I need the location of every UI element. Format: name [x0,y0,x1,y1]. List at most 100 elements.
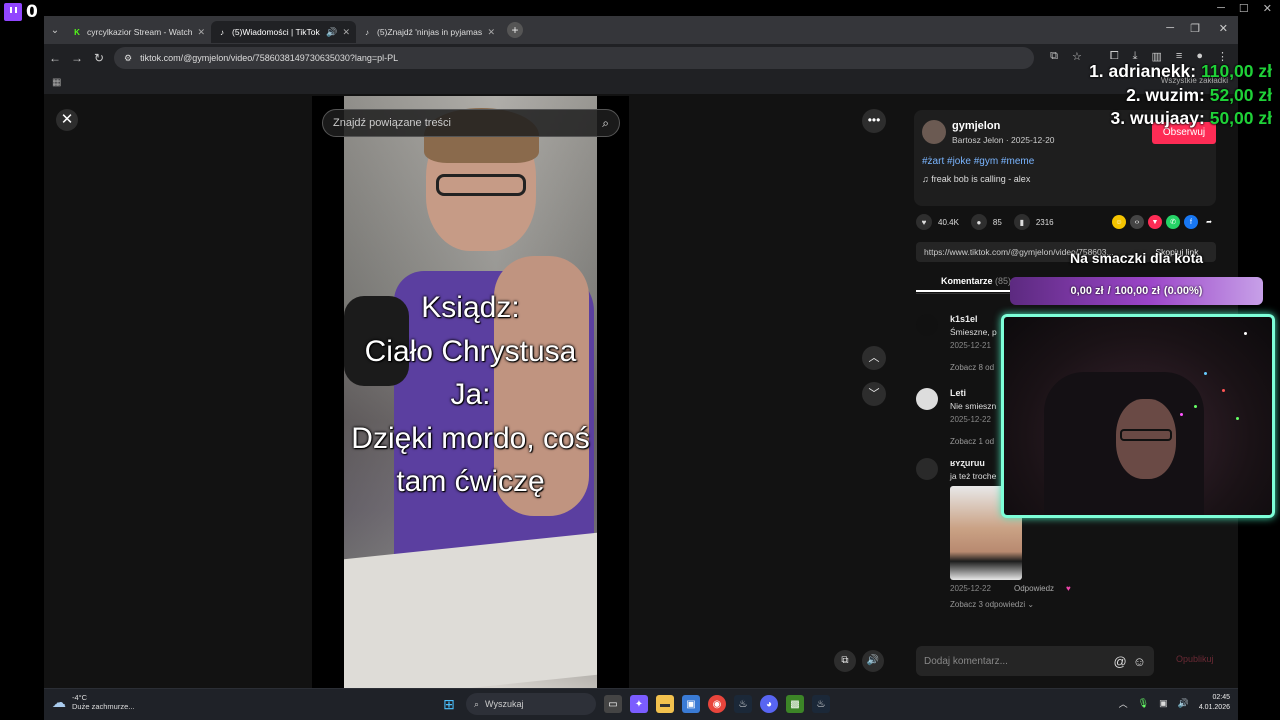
bookmark-icon[interactable]: ▮ [1013,214,1030,230]
tab-tiktok-search[interactable]: ♪ (5)Znajdź 'ninjas in pyjamas rats' ✕ [356,21,501,43]
post-comment-button[interactable]: Opublikuj [1176,654,1214,664]
webcam-overlay [1001,314,1275,518]
maximize-icon[interactable]: ☐ [1239,2,1249,15]
task-view-icon[interactable]: ▭ [604,695,622,713]
donation-goal-title: Na smaczki dla kota [1069,250,1204,266]
leaderboard-row: 2. wuzim: 52,00 zł [1089,84,1272,108]
facebook-icon[interactable]: f [1184,215,1198,229]
reply-button[interactable]: Odpowiedz [1014,584,1054,593]
cast-icon[interactable]: ⧉ [1050,50,1058,63]
view-replies-link[interactable]: Zobacz 8 od [950,363,994,372]
previous-video-button[interactable]: ︿ [862,346,886,370]
close-video-button[interactable]: ✕ [56,109,78,131]
donation-amount: 52,00 zł [1209,84,1272,105]
commenter-avatar[interactable] [916,314,938,336]
copilot-icon[interactable]: ✦ [630,695,648,713]
commenter-name[interactable]: k1s1el [950,314,978,324]
send-icon[interactable]: ▼ [1148,215,1162,229]
related-search-field[interactable]: Znajdź powiązane treści ⌕ [322,109,620,137]
author-name[interactable]: gymjelon [952,120,1000,132]
restore-icon[interactable]: ❐ [1190,22,1200,35]
forward-icon[interactable]: → [66,51,88,65]
video-caption: Ksiądz: Ciało Chrystusa Ja: Dzięki mordo… [312,286,629,504]
reload-icon[interactable]: ↻ [88,51,110,65]
share-arrow-icon[interactable]: ➦ [1202,215,1216,229]
mention-icon[interactable]: @ [1114,654,1127,669]
next-video-button[interactable]: ﹀ [862,382,886,406]
comment-icon[interactable]: ● [970,214,987,230]
author-avatar[interactable] [922,120,946,144]
network-icon[interactable]: ▣ [1159,698,1168,709]
bookmark-star-icon[interactable]: ☆ [1072,50,1082,63]
whatsapp-icon[interactable]: ✆ [1166,215,1180,229]
like-comment-icon[interactable]: ♥ [1066,584,1071,593]
view-replies-link[interactable]: Zobacz 1 od [950,437,994,446]
tab-kick-stream[interactable]: K cyrcylkazior Stream - Watch Live ✕ [66,21,211,43]
tiktok-icon: ♪ [220,27,224,37]
commenter-avatar[interactable] [916,458,938,480]
clock-time: 02:45 [1212,694,1230,701]
more-options-button[interactable]: ••• [862,109,886,133]
close-icon[interactable]: ✕ [1263,2,1272,15]
tab-comments-label: Komentarze [940,276,993,286]
leaderboard-row: 1. adrianekk: 110,00 zł [1089,60,1272,84]
site-info-icon[interactable]: ⚙ [124,53,132,64]
clock[interactable]: 02:45 4.01.2026 [1199,693,1230,713]
discord-icon[interactable]: ◕ [760,695,778,713]
weather-widget[interactable]: ☁ -4°C Duże zachmurze... [52,693,135,711]
comment-date: 2025-12-22 [950,584,991,593]
heart-icon[interactable]: ♥ [916,214,932,230]
url-field[interactable]: ⚙ tiktok.com/@gymjelon/video/75860381497… [114,47,1034,69]
minecraft-icon[interactable]: ▩ [786,695,804,713]
comment-text: Śmieszne, p [950,327,997,337]
donation-leaderboard: 1. adrianekk: 110,00 zł 2. wuzim: 52,00 … [1089,60,1272,131]
donation-amount: 110,00 zł [1200,61,1272,81]
search-icon[interactable]: ⌕ [602,116,609,131]
tab-tiktok-messages[interactable]: ♪ (5)Wiadomości | TikTok 🔊 ✕ [211,21,356,43]
weather-desc: Duże zachmurze... [72,702,135,711]
commenter-name[interactable]: ʁʏʐuruu [950,458,985,468]
speaker-icon[interactable]: 🔊 [1178,698,1189,709]
back-icon[interactable]: ← [44,51,66,65]
video-player[interactable]: Ksiądz: Ciało Chrystusa Ja: Dzięki mordo… [312,96,629,688]
audio-playing-icon[interactable]: 🔊 [326,27,337,38]
comment-placeholder: Dodaj komentarz... [924,655,1008,667]
volume-icon[interactable]: 🔊 [862,650,884,672]
tab-title: (5)Wiadomości | TikTok [232,27,320,37]
bookmarks-bar: ▦ Wszystkie zakładki [44,72,1238,94]
commenter-avatar[interactable] [916,388,938,410]
minimize-icon[interactable]: ─ [1217,2,1225,15]
store-icon[interactable]: ▣ [682,695,700,713]
new-tab-button[interactable]: + [507,22,523,38]
comment-date: 2025-12-22 [950,415,991,424]
close-icon[interactable]: ✕ [1219,22,1228,35]
goal-separator: / [1107,285,1111,297]
tab-search-icon[interactable]: ⌄ [44,25,66,36]
steam-icon[interactable]: ♨ [734,695,752,713]
saves-count: 2316 [1035,217,1054,227]
outer-window-controls: ─ ☐ ✕ [1217,2,1272,15]
tray-expand-icon[interactable]: ︿ [1119,697,1128,710]
apps-grid-icon[interactable]: ▦ [52,77,61,88]
commenter-name[interactable]: Leti [950,388,966,398]
tab-close-icon[interactable]: ✕ [197,27,205,38]
picture-in-picture-icon[interactable]: ⧉ [834,650,856,672]
steam-icon[interactable]: ♨ [812,695,830,713]
minimize-icon[interactable]: ─ [1166,22,1174,34]
hashtags[interactable]: #żart #joke #gym #meme [922,156,1034,167]
emoji-icon[interactable]: ☺ [1133,654,1146,669]
tab-close-icon[interactable]: ✕ [342,27,350,38]
embed-icon[interactable]: ‹› [1130,215,1144,229]
view-replies-link[interactable]: Zobacz 3 odpowiedzi ⌄ [950,600,1034,609]
emoji-share-icon[interactable]: ☺ [1112,215,1126,229]
taskbar: ☁ -4°C Duże zachmurze... ⊞ ⌕ Wyszukaj ▭ … [44,688,1238,720]
comment-input[interactable]: Dodaj komentarz... @ ☺ [916,646,1154,676]
file-explorer-icon[interactable]: ▬ [656,695,674,713]
taskbar-search[interactable]: ⌕ Wyszukaj [466,693,596,715]
music-row[interactable]: ♫ freak bob is calling - alex [922,174,1030,184]
donation-goal-bar: 0,00 zł / 100,00 zł (0.00%) [1010,277,1263,305]
chrome-icon[interactable]: ◉ [708,695,726,713]
tab-close-icon[interactable]: ✕ [487,27,495,38]
windows-start-icon[interactable]: ⊞ [440,695,458,713]
microphone-icon[interactable]: 🎙 [1138,698,1149,709]
